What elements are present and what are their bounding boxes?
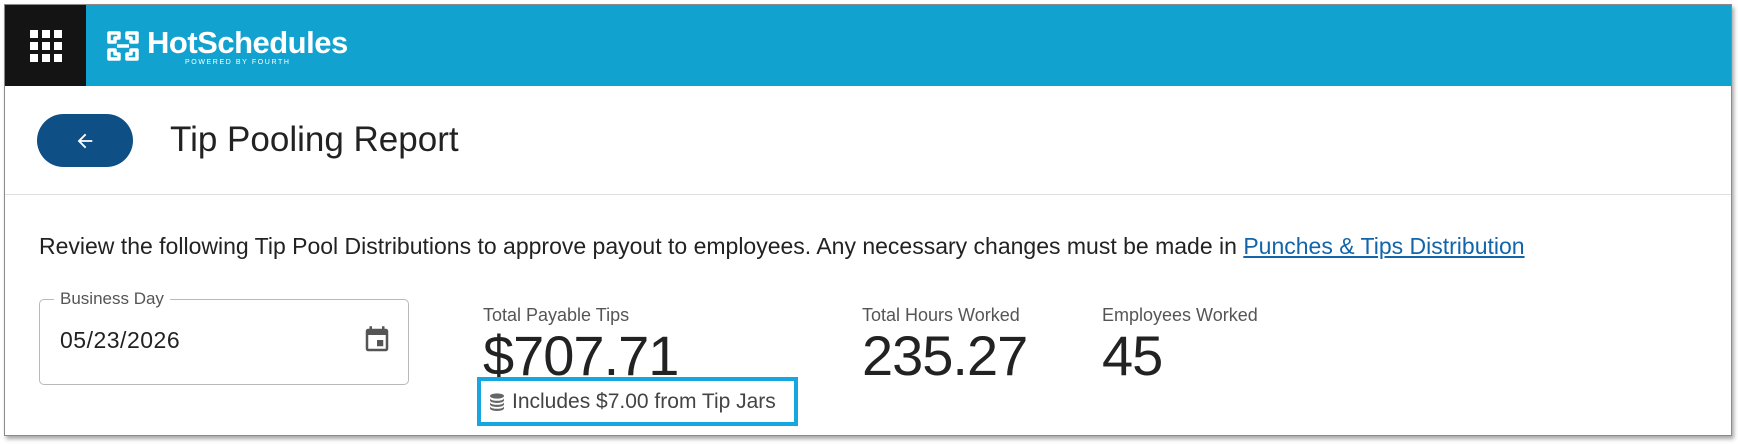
coins-icon — [490, 392, 504, 411]
total-payable-tips-value: $707.71 — [483, 324, 679, 387]
total-hours-worked: Total Hours Worked 235.27 — [862, 305, 1028, 387]
business-day-field[interactable]: Business Day 05/23/2026 — [39, 289, 409, 385]
logo-wordmark: HotSchedules — [147, 24, 348, 60]
app-window: HotSchedules POWERED BY FOURTH Tip Pooli… — [4, 4, 1732, 436]
total-hours-worked-label: Total Hours Worked — [862, 305, 1020, 325]
total-hours-worked-value: 235.27 — [862, 324, 1028, 387]
intro-text: Review the following Tip Pool Distributi… — [39, 233, 1525, 260]
arrow-left-icon — [77, 133, 93, 148]
total-payable-tips-label: Total Payable Tips — [483, 305, 630, 325]
logo-tagline: POWERED BY FOURTH — [185, 58, 291, 66]
employees-worked-value: 45 — [1102, 324, 1163, 387]
calendar-icon[interactable] — [362, 324, 392, 356]
grid-icon — [29, 29, 62, 62]
tip-jar-note: Includes $7.00 from Tip Jars — [477, 377, 798, 426]
page-header: Tip Pooling Report — [5, 86, 1731, 195]
hotschedules-logo[interactable]: HotSchedules POWERED BY FOURTH — [105, 23, 348, 69]
punches-tips-distribution-link[interactable]: Punches & Tips Distribution — [1243, 233, 1524, 259]
top-bar: HotSchedules POWERED BY FOURTH — [5, 5, 1731, 86]
business-day-value[interactable]: 05/23/2026 — [60, 327, 180, 354]
total-payable-tips: Total Payable Tips $707.71 — [483, 305, 679, 387]
back-button[interactable] — [37, 114, 133, 167]
intro-sentence: Review the following Tip Pool Distributi… — [39, 233, 1244, 259]
page-title: Tip Pooling Report — [170, 120, 459, 159]
business-day-label: Business Day — [54, 289, 170, 309]
logo-mark-icon — [107, 31, 139, 61]
employees-worked: Employees Worked 45 — [1102, 305, 1258, 384]
employees-worked-label: Employees Worked — [1102, 305, 1258, 325]
tip-jar-note-text: Includes $7.00 from Tip Jars — [512, 389, 776, 413]
app-launcher-button[interactable] — [5, 5, 86, 86]
